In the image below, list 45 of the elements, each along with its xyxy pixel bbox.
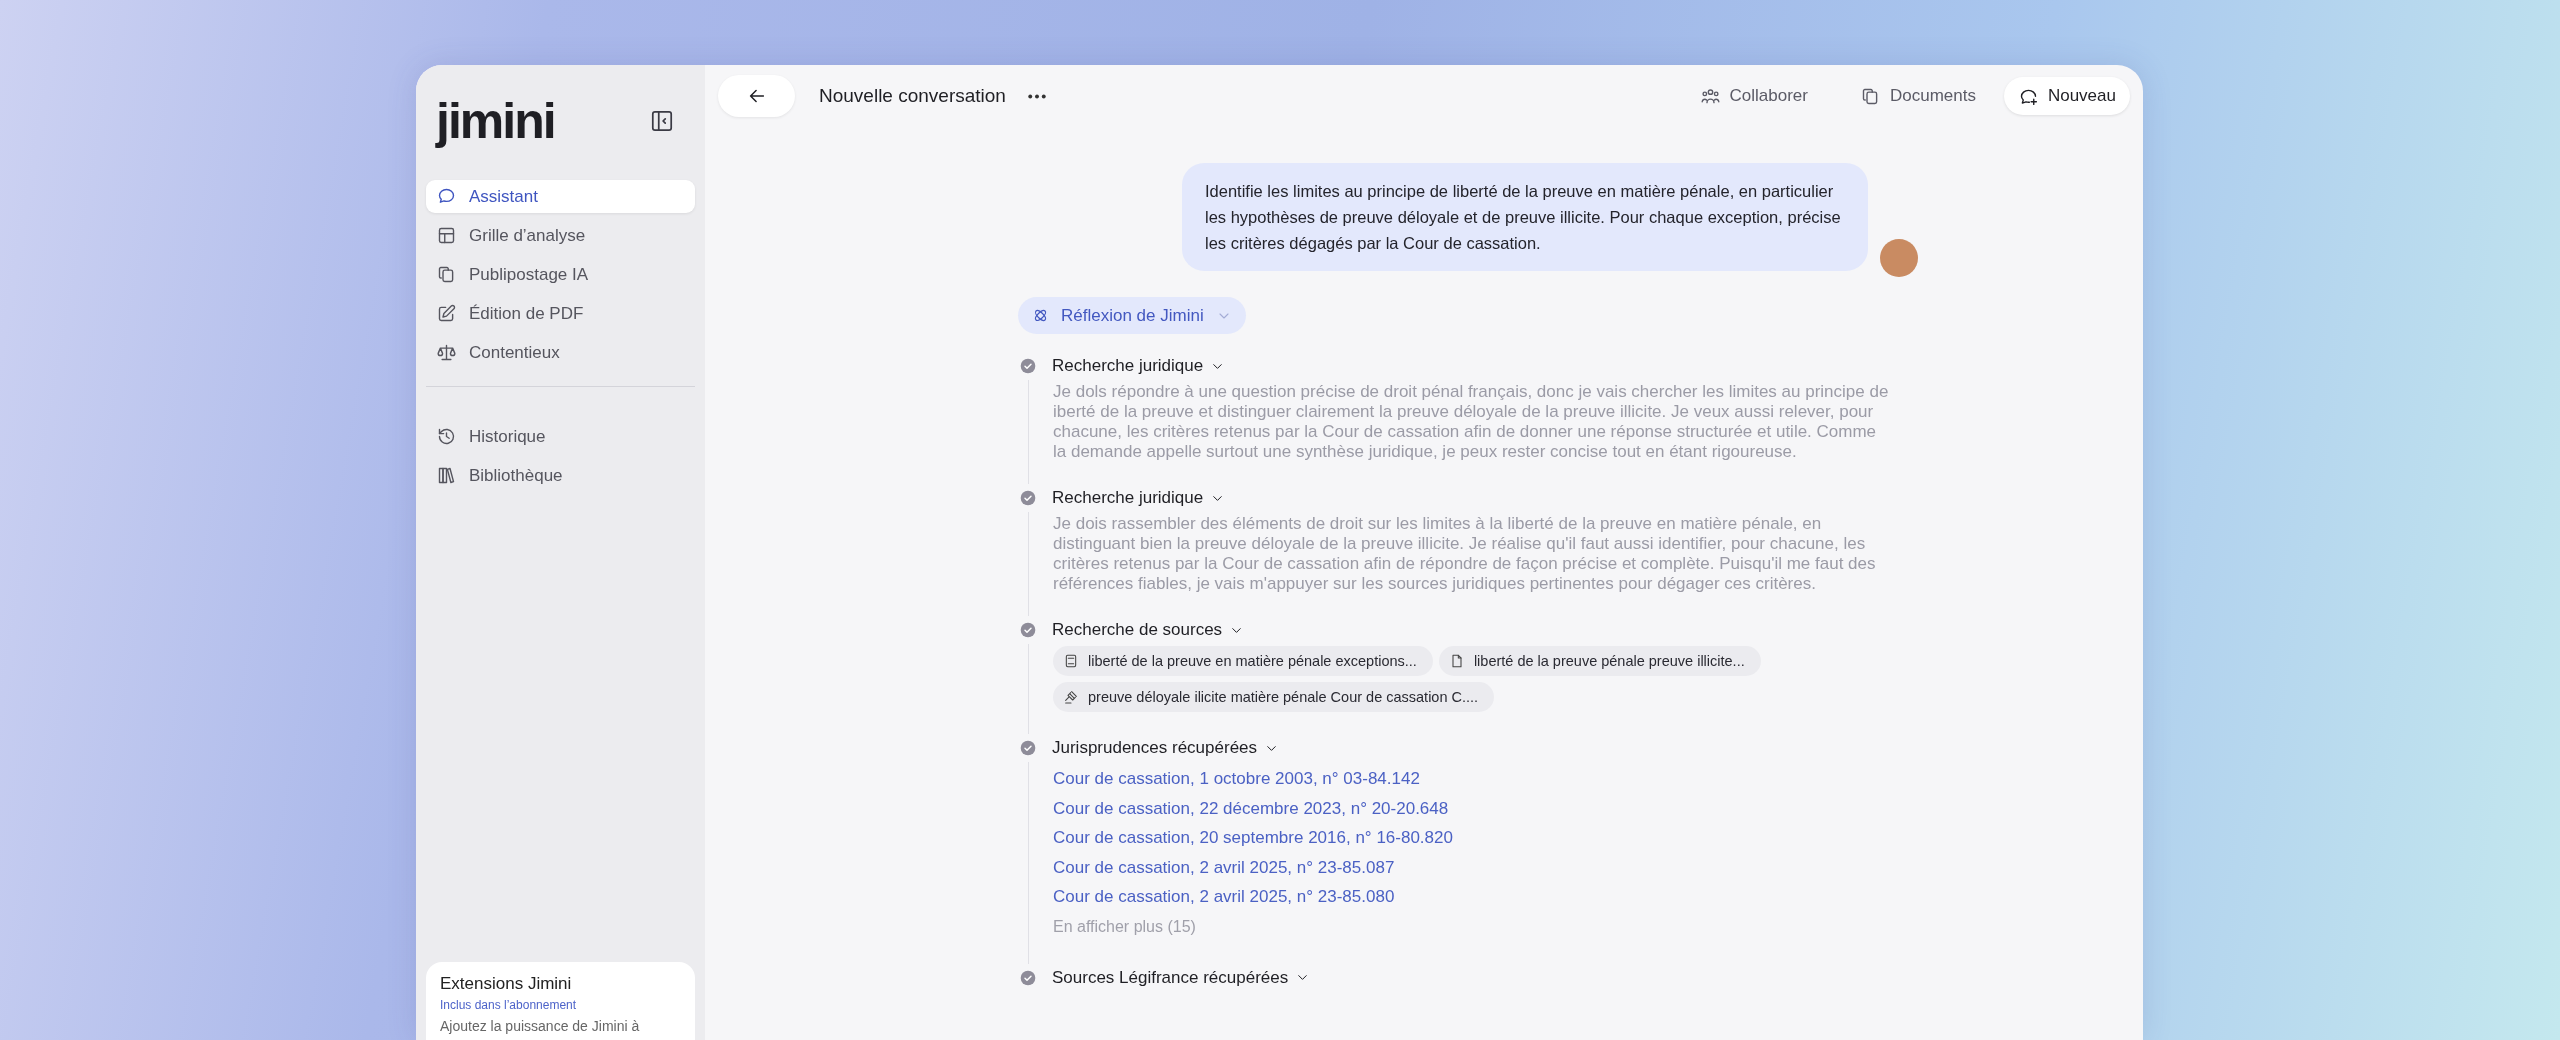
- gavel-icon: [1063, 689, 1079, 705]
- sidebar-item[interactable]: Historique: [426, 420, 695, 453]
- step-toggle[interactable]: Recherche de sources: [1052, 616, 1245, 644]
- sidebar-item[interactable]: Édition de PDF: [426, 297, 695, 330]
- step-toggle[interactable]: Sources Légifrance récupérées: [1052, 963, 1311, 992]
- sidebar-item[interactable]: Assistant: [426, 180, 695, 213]
- reasoning-toggle[interactable]: Réflexion de Jimini: [1018, 297, 1246, 334]
- step-toggle[interactable]: Recherche juridique: [1052, 352, 1226, 380]
- atom-icon: [1032, 307, 1049, 324]
- logo: jimini: [436, 96, 555, 146]
- collapse-panel-icon: [649, 108, 675, 134]
- reasoning-text: Je dols répondre à une question précise de droit pénal français, donc je vais chercher les limites au principe de iberté de la preuve et distinguer clairement la preuve déloyale de la preuve illicite. Je veux aussi relever, pour chacune, les critères retenus par la Cour de cassation afin de donner une réponse structurée et utile. Comme la demande appelle surtout une synthèse juridique, je peux rester concise tout en étant rigoureuse.: [1053, 382, 1890, 462]
- history-clock-icon: [436, 426, 457, 447]
- step-toggle[interactable]: Jurisprudences récupérées: [1052, 734, 1280, 762]
- case-link[interactable]: Cour de cassation, 1 octobre 2003, n° 03-84.142: [1053, 764, 1420, 794]
- sidebar-item[interactable]: Contentieux: [426, 336, 695, 369]
- header-button[interactable]: Collaborer: [1685, 77, 1822, 115]
- sidebar-item[interactable]: Publipostage IA: [426, 258, 695, 291]
- more-options-button[interactable]: [1027, 93, 1046, 99]
- reasoning-text: Je dois rassembler des éléments de droit sur les limites à la liberté de la preuve en matière pénale, en distinguant bien la preuve déloyale de la preuve illicite. Je réalise qu'il faut aussi identifier, pour chacune, les critères retenus par la Cour de cassation afin de répondre de façon précise et complète. Puisqu'il me faut des références fiables, je vais m'appuyer sur les sources juridiques pertinentes pour dégager ces critères.: [1053, 514, 1877, 594]
- sidebar-item[interactable]: Grille d’analyse: [426, 219, 695, 252]
- source-chip[interactable]: liberté de la preuve pénale preuve illicite...: [1438, 646, 1761, 676]
- table-grid-icon: [436, 225, 457, 246]
- case-link[interactable]: Cour de cassation, 2 avril 2025, n° 23-85.080: [1053, 882, 1395, 912]
- card-subtitle: Inclus dans l’abonnement: [440, 998, 578, 1012]
- pencil-edit-icon: [436, 303, 457, 324]
- source-chip[interactable]: liberté de la preuve en matière pénale exceptions...: [1053, 646, 1433, 676]
- book-icon: [1063, 653, 1079, 669]
- balance-scale-icon: [436, 342, 457, 363]
- collapse-sidebar-button[interactable]: [649, 108, 675, 134]
- card-title: Extensions Jimini: [440, 974, 573, 994]
- more-dots-icon: [1027, 93, 1046, 99]
- case-link[interactable]: Cour de cassation, 20 septembre 2016, n° 16-80.820: [1053, 823, 1453, 853]
- books-icon: [436, 465, 457, 486]
- conversation-title: Nouvelle conversation: [819, 85, 1006, 107]
- avatar: [1880, 239, 1918, 277]
- case-link[interactable]: Cour de cassation, 2 avril 2025, n° 23-85.087: [1053, 852, 1395, 882]
- header-button[interactable]: Documents: [1845, 77, 1990, 115]
- sidebar-item[interactable]: Bibliothèque: [426, 459, 695, 492]
- case-link[interactable]: Cour de cassation, 22 décembre 2023, n° 20-20.648: [1053, 793, 1449, 823]
- header-button[interactable]: Nouveau: [2003, 77, 2130, 115]
- card-description: Ajoutez la puissance de Jimini à: [440, 1018, 641, 1034]
- source-chip[interactable]: preuve déloyale ilicite matière pénale Cour de cassation C....: [1053, 682, 1495, 712]
- user-message: Identifie les limites au principe de liberté de la preuve en matière pénale, en particulier les hypothèses de preuve déloyale et de preuve illicite. Pour chaque exception, précise les critères dégagés par la Cour de cassation.: [1182, 163, 1868, 271]
- step-toggle[interactable]: Recherche juridique: [1052, 484, 1226, 512]
